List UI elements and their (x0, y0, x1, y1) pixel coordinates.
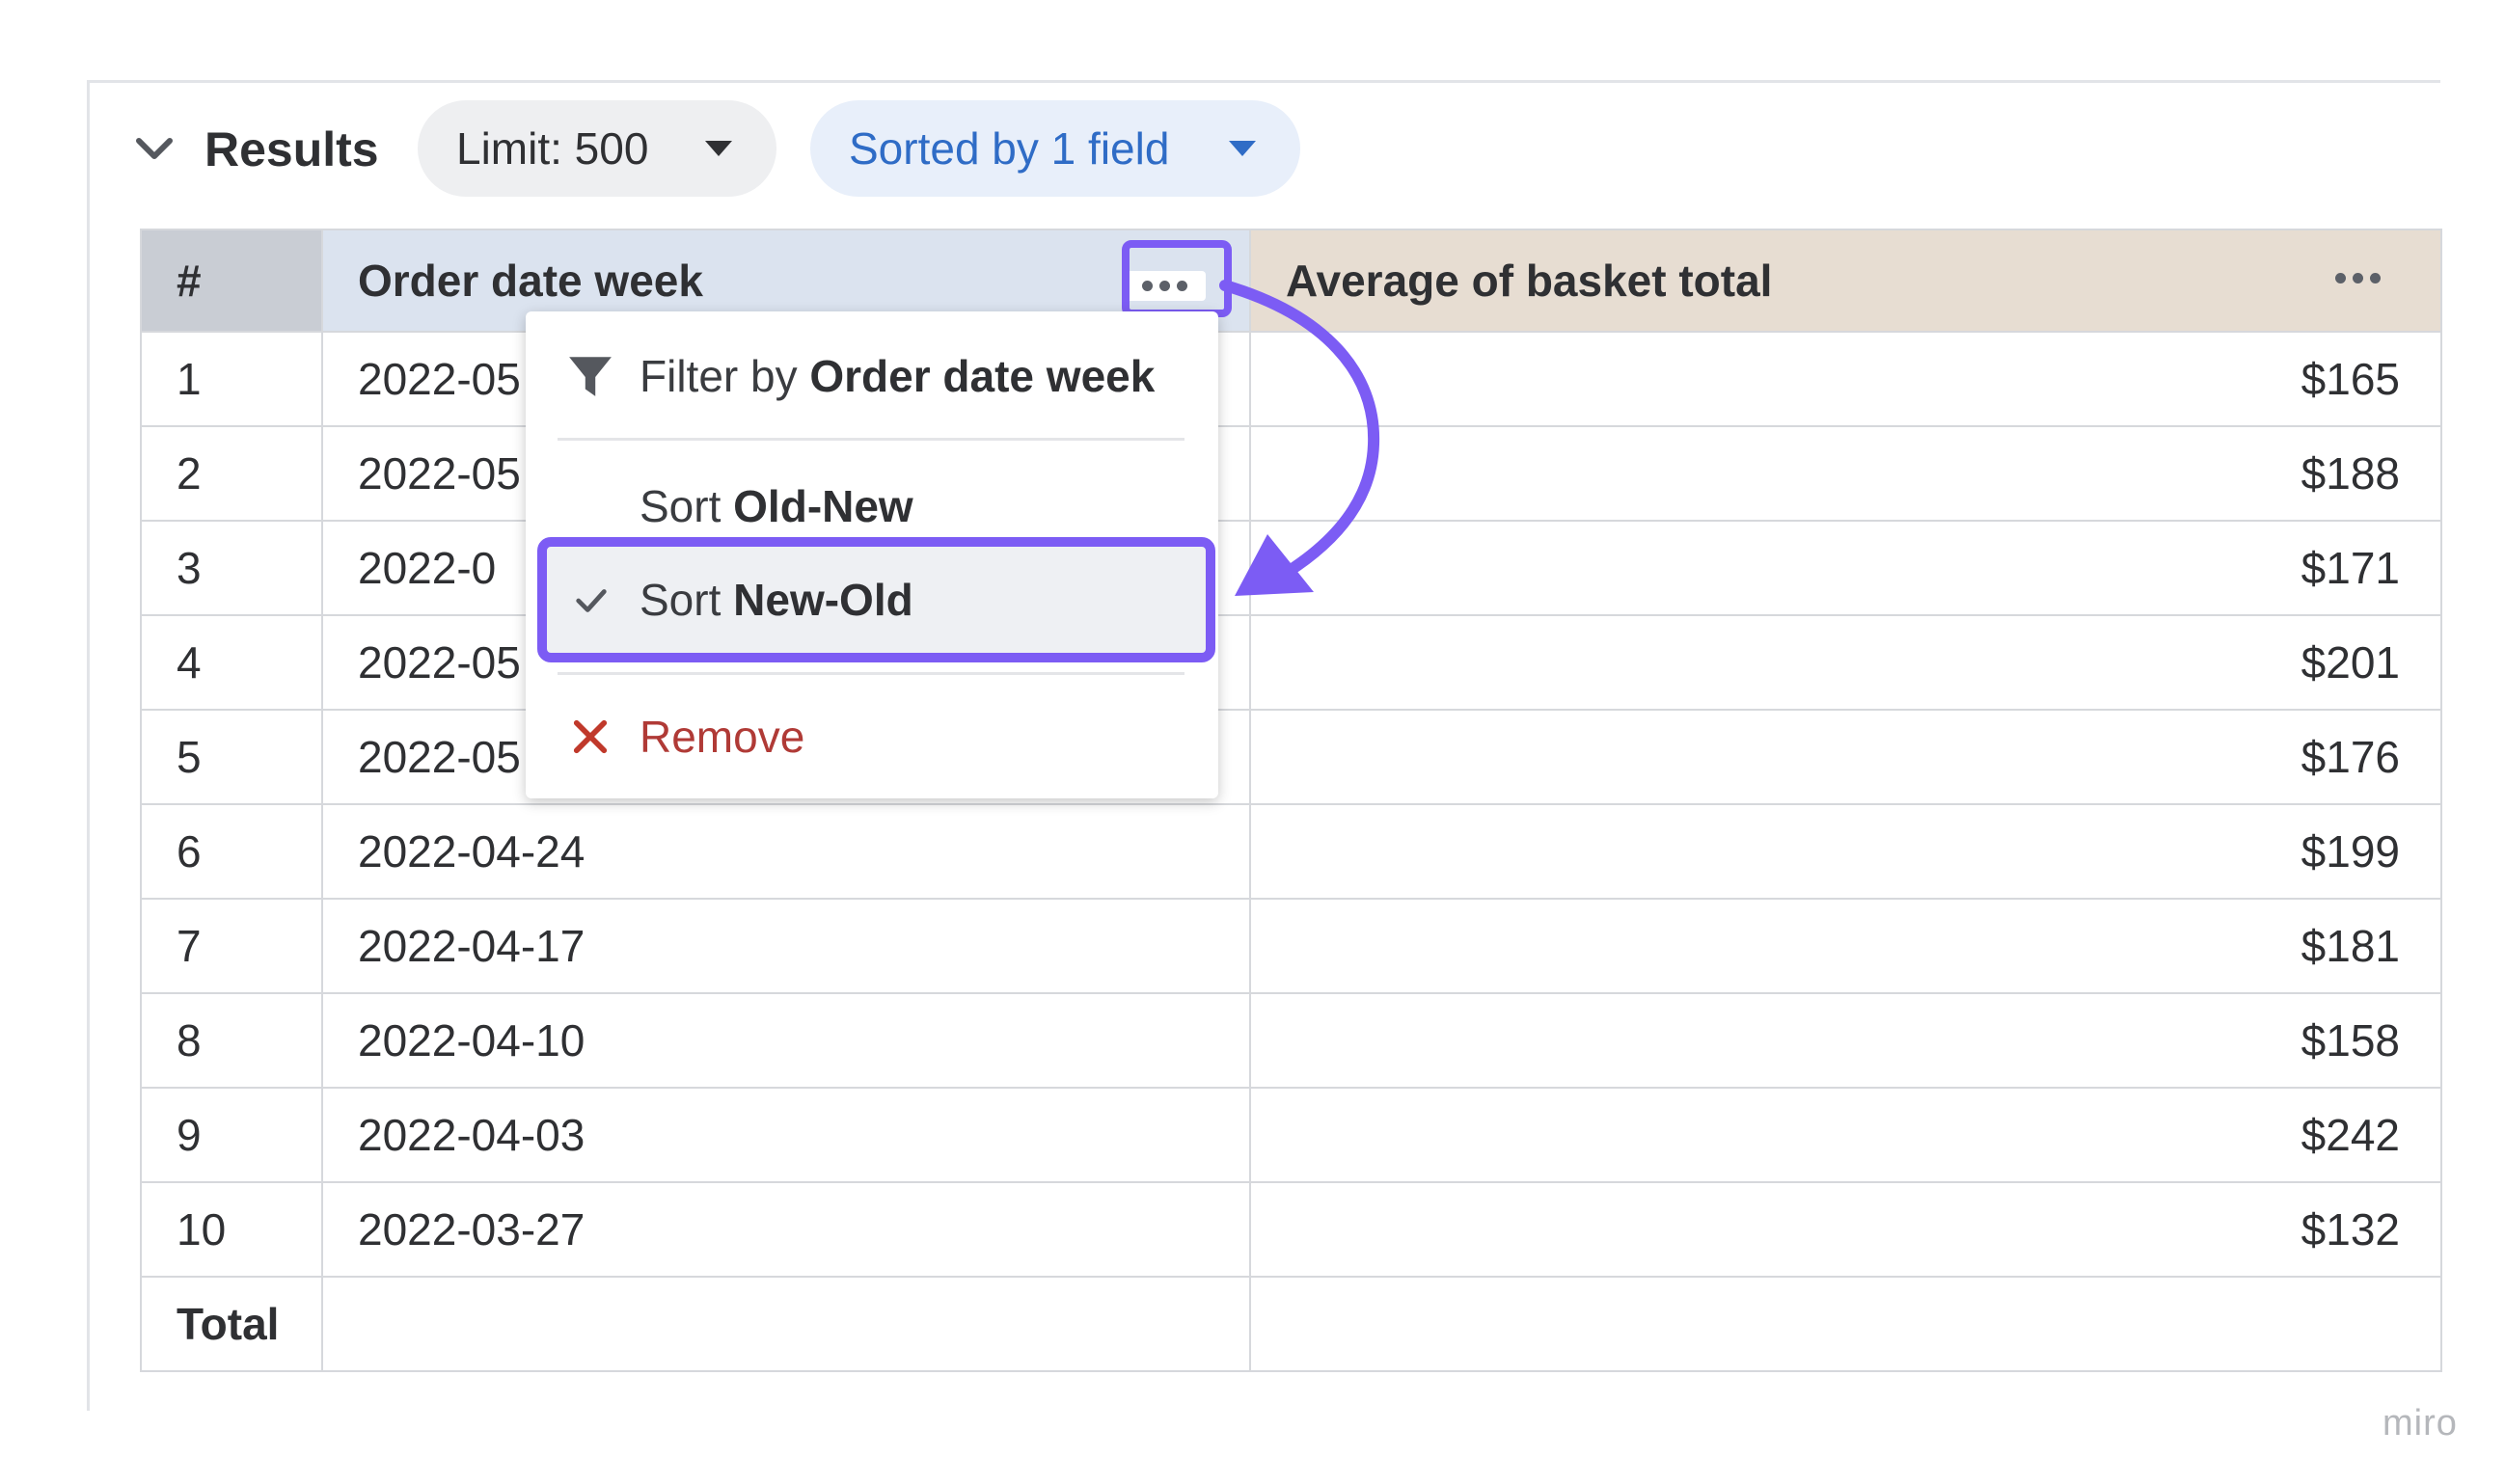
average-basket-total-cell: $201 (1249, 614, 2442, 711)
sort-prefix: Sort (640, 481, 734, 531)
column-header-label: Order date week (358, 256, 703, 306)
column-header-index[interactable]: # (140, 229, 323, 333)
caret-down-icon (705, 141, 732, 156)
highlight-more-button (1122, 240, 1232, 317)
row-number: 6 (140, 803, 323, 900)
column-header-average-basket-total[interactable]: Average of basket total (1249, 229, 2442, 333)
close-x-icon (573, 719, 608, 754)
sorted-label: Sorted by 1 field (849, 123, 1170, 174)
average-basket-total-cell: $181 (1249, 898, 2442, 994)
more-dots-icon[interactable] (2335, 273, 2387, 283)
average-basket-total-cell: $165 (1249, 331, 2442, 427)
table-row: 10 2022-03-27 $132 (140, 1181, 2442, 1278)
filter-field: Order date week (809, 351, 1156, 401)
total-cell (1249, 1276, 2442, 1372)
order-date-week-cell: 2022-04-17 (321, 898, 1251, 994)
filter-funnel-icon (569, 357, 612, 396)
sort-old-new-label: Old-New (733, 481, 913, 531)
total-cell (321, 1276, 1251, 1372)
average-basket-total-cell: $242 (1249, 1087, 2442, 1183)
results-title: Results (204, 122, 379, 176)
average-basket-total-cell: $132 (1249, 1181, 2442, 1278)
sort-dropdown[interactable]: Sorted by 1 field (810, 100, 1300, 197)
row-number: 4 (140, 614, 323, 711)
table-row: 7 2022-04-17 $181 (140, 898, 2442, 994)
table-row: 4 2022-05 $201 (140, 614, 2442, 711)
menu-item-filter[interactable]: Filter by Order date week (526, 333, 1218, 419)
table-row: 5 2022-05 $176 (140, 709, 2442, 805)
limit-dropdown[interactable]: Limit: 500 (418, 100, 776, 197)
row-number: 5 (140, 709, 323, 805)
row-number: 10 (140, 1181, 323, 1278)
chevron-down-icon[interactable] (135, 132, 174, 167)
highlight-sort-new-old (537, 537, 1215, 662)
row-number: 8 (140, 992, 323, 1089)
row-number: 1 (140, 331, 323, 427)
curved-arrow-annotation (1219, 280, 1380, 596)
row-number: 7 (140, 898, 323, 994)
average-basket-total-cell: $188 (1249, 425, 2442, 522)
table-row: 6 2022-04-24 $199 (140, 803, 2442, 900)
total-label: Total (140, 1276, 323, 1372)
row-number: 3 (140, 520, 323, 616)
menu-divider (558, 672, 1184, 675)
miro-watermark: miro (2382, 1403, 2458, 1444)
order-date-week-cell: 2022-04-10 (321, 992, 1251, 1089)
total-row: Total (140, 1276, 2442, 1372)
menu-divider (558, 438, 1184, 441)
average-basket-total-cell: $171 (1249, 520, 2442, 616)
menu-item-remove[interactable]: Remove (526, 693, 1218, 780)
table-row: 8 2022-04-10 $158 (140, 992, 2442, 1089)
limit-label: Limit: 500 (456, 123, 649, 174)
average-basket-total-cell: $199 (1249, 803, 2442, 900)
order-date-week-cell: 2022-04-03 (321, 1087, 1251, 1183)
order-date-week-cell: 2022-04-24 (321, 803, 1251, 900)
row-number: 2 (140, 425, 323, 522)
row-number: 9 (140, 1087, 323, 1183)
remove-label: Remove (640, 712, 805, 762)
filter-prefix: Filter by (640, 351, 810, 401)
caret-down-icon (1229, 141, 1256, 156)
table-row: 9 2022-04-03 $242 (140, 1087, 2442, 1183)
average-basket-total-cell: $158 (1249, 992, 2442, 1089)
order-date-week-cell: 2022-03-27 (321, 1181, 1251, 1278)
average-basket-total-cell: $176 (1249, 709, 2442, 805)
